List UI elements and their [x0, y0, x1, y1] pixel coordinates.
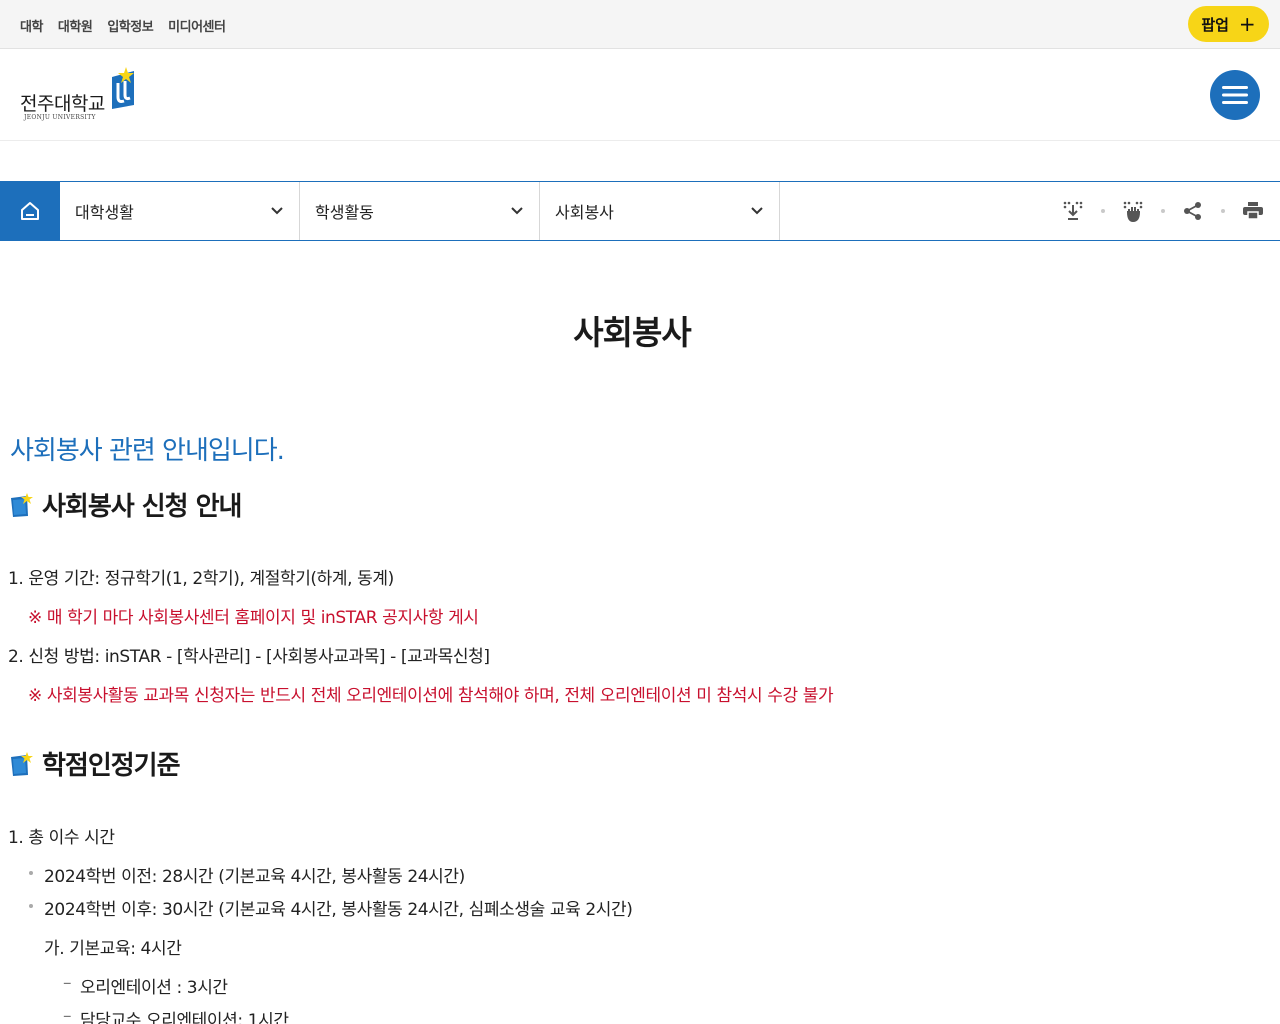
print-button[interactable] — [1238, 196, 1268, 226]
list-item: 담당교수 오리엔테이션: 1시간 — [63, 1006, 289, 1024]
section-heading-application: 사회봉사 신청 안내 — [10, 486, 242, 523]
utility-bar: 대학 대학원 입학정보 미디어센터 팝업 + — [0, 0, 1280, 49]
section-heading-text: 사회봉사 신청 안내 — [42, 492, 242, 522]
tool-divider — [1101, 209, 1105, 213]
chevron-down-icon — [751, 207, 763, 215]
site-links: 대학 대학원 입학정보 미디어센터 — [20, 16, 226, 35]
link-graduate-school[interactable]: 대학원 — [58, 16, 93, 35]
link-media-center[interactable]: 미디어센터 — [168, 16, 226, 35]
list-item: 2024학번 이후: 30시간 (기본교육 4시간, 봉사활동 24시간, 심폐… — [28, 895, 633, 920]
nav-select-label: 대학생활 — [75, 203, 134, 222]
share-button[interactable] — [1178, 196, 1208, 226]
tool-divider — [1221, 209, 1225, 213]
popup-button-label: 팝업 — [1201, 15, 1229, 34]
hamburger-icon — [1222, 86, 1248, 104]
section-heading-credit-criteria: 학점인정기준 — [10, 745, 181, 782]
location-nav: 대학생활 학생활동 사회봉사 — [0, 181, 1280, 241]
home-icon — [21, 202, 39, 220]
home-button[interactable] — [0, 181, 60, 241]
popup-button[interactable]: 팝업 + — [1188, 6, 1269, 42]
operation-period-note: ※ 매 학기 마다 사회봉사센터 홈페이지 및 inSTAR 공지사항 게시 — [28, 608, 479, 628]
nav-select-label: 학생활동 — [315, 203, 374, 222]
print-icon — [1243, 202, 1263, 220]
nav-select-student-activities[interactable]: 학생활동 — [300, 182, 540, 240]
touch-button[interactable] — [1118, 196, 1148, 226]
page-title: 사회봉사 — [573, 313, 691, 352]
share-icon — [1184, 202, 1201, 220]
notebook-icon — [11, 751, 33, 776]
logo-english-name: JEONJU UNIVERSITY — [24, 114, 96, 121]
chevron-down-icon — [271, 207, 283, 215]
intro-lead-text: 사회봉사 관련 안내입니다. — [10, 436, 285, 466]
hamburger-menu-button[interactable] — [1210, 70, 1260, 120]
site-header: 전주대학교 JEONJU UNIVERSITY — [0, 49, 1280, 141]
university-logo[interactable]: 전주대학교 JEONJU UNIVERSITY — [20, 67, 140, 127]
notebook-icon — [11, 492, 33, 517]
operation-period-text: 1. 운영 기간: 정규학기(1, 2학기), 계절학기(하계, 동계) — [8, 569, 394, 589]
tool-divider — [1161, 209, 1165, 213]
chevron-down-icon — [511, 207, 523, 215]
application-method-text: 2. 신청 방법: inSTAR - [학사관리] - [사회봉사교과목] - … — [8, 647, 490, 667]
list-item: 오리엔테이션 : 3시간 — [63, 973, 228, 998]
section-heading-text: 학점인정기준 — [42, 751, 181, 781]
basic-education-text: 가. 기본교육: 4시간 — [44, 939, 182, 959]
hand-icon — [1123, 201, 1143, 222]
link-university[interactable]: 대학 — [20, 16, 43, 35]
nav-select-campus-life[interactable]: 대학생활 — [60, 182, 300, 240]
download-icon — [1063, 201, 1083, 220]
list-item: 2024학번 이전: 28시간 (기본교육 4시간, 봉사활동 24시간) — [29, 862, 465, 887]
nav-select-social-service[interactable]: 사회봉사 — [540, 182, 780, 240]
orientation-required-note: ※ 사회봉사활동 교과목 신청자는 반드시 전체 오리엔테이션에 참석해야 하며… — [28, 686, 834, 706]
plus-icon: + — [1238, 12, 1256, 36]
link-admission-info[interactable]: 입학정보 — [107, 16, 153, 35]
logo-korean-name: 전주대학교 — [20, 93, 105, 115]
nav-select-label: 사회봉사 — [555, 203, 614, 222]
page-tools — [1058, 196, 1268, 226]
total-hours-text: 1. 총 이수 시간 — [8, 828, 115, 848]
logo-emblem-icon — [112, 67, 134, 109]
download-button[interactable] — [1058, 196, 1088, 226]
